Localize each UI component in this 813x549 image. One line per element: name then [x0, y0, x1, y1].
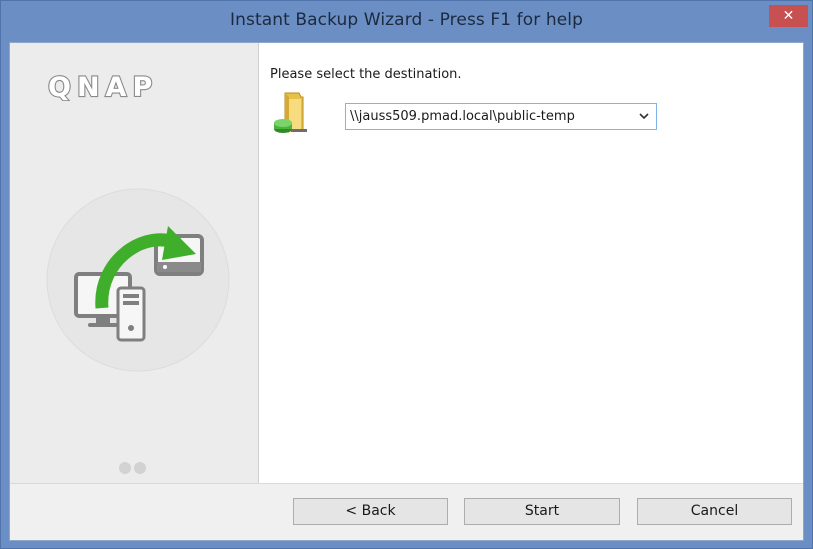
- pc-to-nas-backup-icon: [46, 188, 230, 372]
- main-content: Please select the destination. \\jauss50…: [259, 43, 803, 483]
- destination-dropdown[interactable]: \\jauss509.pmad.local\public-temp: [345, 103, 657, 130]
- qnap-logo: QNAP: [48, 71, 158, 101]
- button-bar: < Back Start Cancel: [10, 484, 803, 540]
- cancel-button[interactable]: Cancel: [637, 498, 792, 525]
- start-button[interactable]: Start: [464, 498, 620, 525]
- wizard-window: Instant Backup Wizard - Press F1 for hel…: [0, 0, 813, 549]
- back-button[interactable]: < Back: [293, 498, 448, 525]
- chevron-down-icon[interactable]: [636, 108, 652, 125]
- qnap-logo-text: QNAP: [48, 72, 158, 101]
- title-bar[interactable]: Instant Backup Wizard - Press F1 for hel…: [1, 1, 812, 43]
- sidebar-panel: QNAP: [10, 43, 259, 483]
- page-dot-2: [134, 462, 146, 474]
- destination-value: \\jauss509.pmad.local\public-temp: [350, 109, 575, 124]
- close-icon: ✕: [782, 8, 795, 24]
- destination-prompt: Please select the destination.: [270, 67, 462, 82]
- close-button[interactable]: ✕: [769, 5, 808, 27]
- pc-tower-icon: [116, 286, 146, 342]
- page-dot-1: [119, 462, 131, 474]
- window-title: Instant Backup Wizard - Press F1 for hel…: [230, 10, 583, 30]
- client-area: QNAP Please select the destination. \\ja…: [9, 42, 804, 541]
- network-folder-icon: [274, 92, 307, 133]
- page-indicator: [119, 459, 159, 474]
